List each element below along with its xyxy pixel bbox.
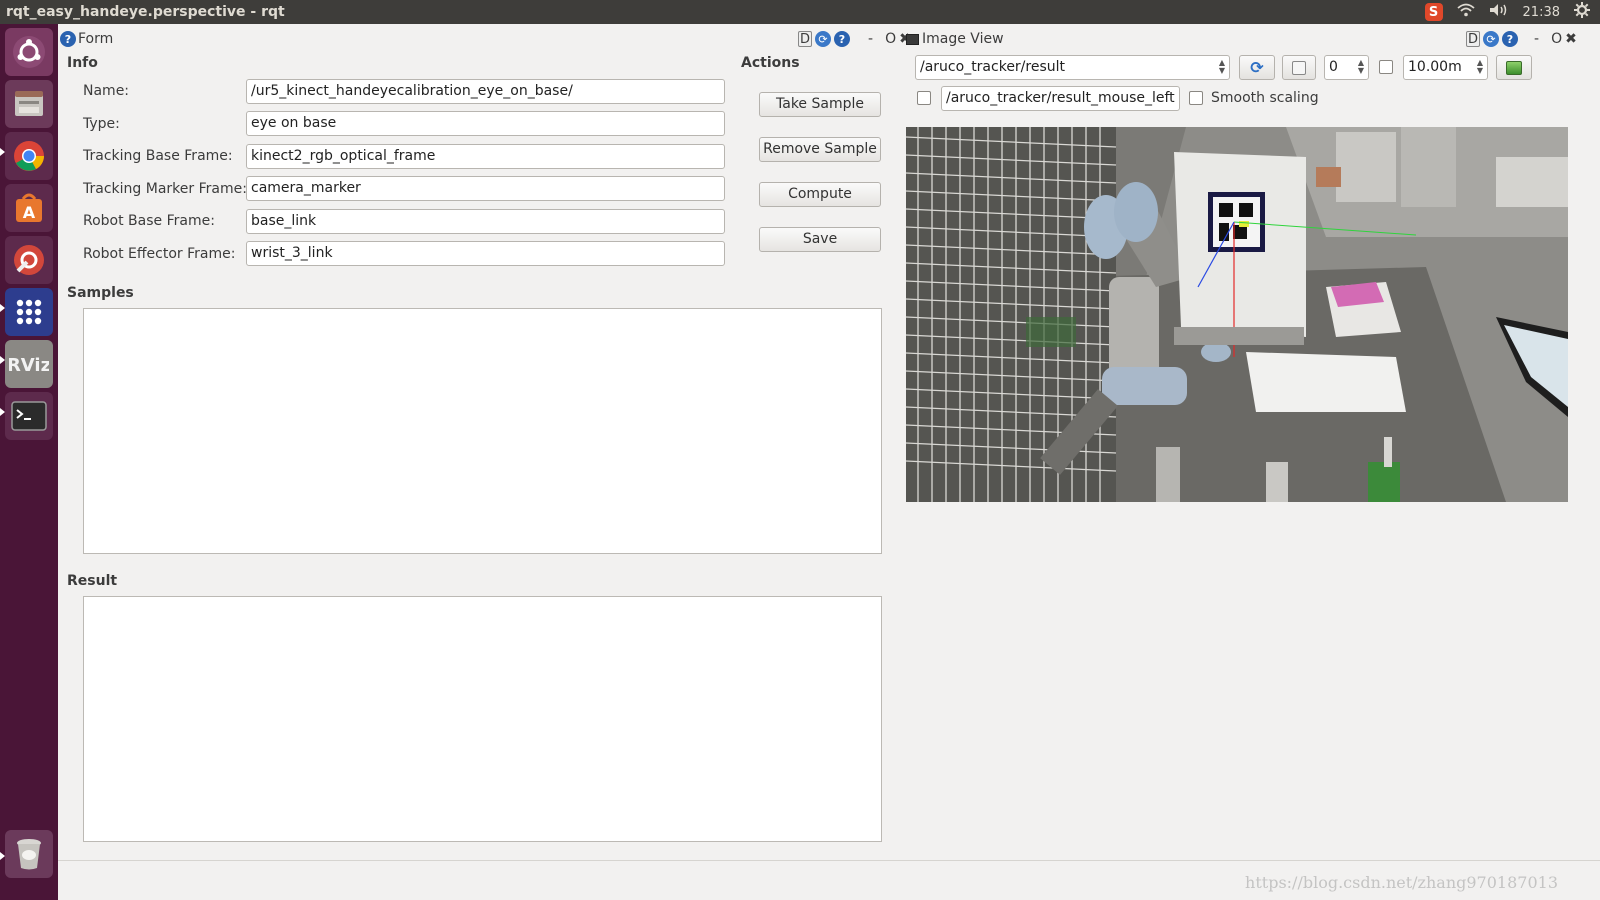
dock-d-button[interactable]: D (798, 31, 812, 47)
app-grid-icon[interactable] (5, 288, 53, 336)
spin-value: 0 (1329, 59, 1338, 75)
samples-list[interactable] (83, 308, 882, 554)
minimize-button[interactable]: - (1534, 31, 1539, 47)
tracking-base-frame-field[interactable]: kinect2_rgb_optical_frame (246, 144, 725, 169)
chrome-icon[interactable] (5, 132, 53, 180)
camera-image[interactable] (906, 127, 1568, 502)
terminal-icon[interactable] (5, 392, 53, 440)
clock[interactable]: 21:38 (1523, 5, 1560, 20)
compute-button[interactable]: Compute (759, 182, 881, 207)
range-value: 10.00m (1408, 59, 1462, 75)
gear-icon[interactable] (1574, 2, 1590, 22)
form-dock-tools: D ⟳ ? - O ✖ (798, 28, 911, 50)
type-label: Type: (83, 116, 120, 132)
input-method-icon[interactable]: S (1424, 3, 1443, 21)
range-checkbox[interactable] (1379, 60, 1393, 74)
robot-base-frame-label: Robot Base Frame: (83, 213, 215, 229)
take-sample-button[interactable]: Take Sample (759, 92, 881, 117)
files-icon[interactable] (5, 80, 53, 128)
reload-icon[interactable]: ⟳ (815, 31, 831, 47)
refresh-icon: ⟳ (1250, 58, 1264, 77)
image-view-dock-title: Image View (906, 28, 1004, 50)
svg-text:A: A (23, 203, 36, 222)
zoom-button[interactable] (1282, 55, 1316, 80)
form-title: Form (78, 31, 114, 47)
help-icon[interactable]: ? (834, 31, 850, 47)
mouse-topic-field[interactable]: /aruco_tracker/result_mouse_left (941, 86, 1180, 111)
dock-d-button[interactable]: D (1466, 31, 1480, 47)
restore-button[interactable]: O (885, 31, 896, 47)
top-panel: rqt_easy_handeye.perspective - rqt S 21:… (0, 0, 1600, 24)
wifi-icon[interactable] (1456, 3, 1475, 21)
window-title: rqt_easy_handeye.perspective - rqt (6, 4, 285, 20)
topic-combobox[interactable]: /aruco_tracker/result ▲ ▼ (915, 55, 1230, 80)
smooth-scaling-label: Smooth scaling (1211, 90, 1319, 106)
refresh-topics-button[interactable]: ⟳ (1239, 55, 1275, 80)
save-image-icon (1506, 60, 1522, 75)
tracking-marker-frame-label: Tracking Marker Frame: (83, 181, 247, 197)
tracking-base-frame-label: Tracking Base Frame: (83, 148, 233, 164)
name-field[interactable]: /ur5_kinect_handeyecalibration_eye_on_ba… (246, 79, 725, 104)
image-view-icon (906, 33, 919, 45)
help-icon[interactable]: ? (60, 31, 76, 47)
volume-icon[interactable] (1489, 3, 1509, 21)
system-tray: S 21:38 (1424, 2, 1600, 22)
rviz-icon[interactable]: RViz (5, 340, 53, 388)
robot-base-frame-field[interactable]: base_link (246, 209, 725, 234)
spin-arrows-icon: ▲ ▼ (1476, 58, 1483, 75)
rqt-main-window: ? Form D ⟳ ? - O ✖ Info Actions Name: /u… (58, 24, 1600, 900)
zoom-icon (1292, 60, 1306, 75)
range-spinbox[interactable]: 10.00m ▲ ▼ (1403, 55, 1488, 80)
actions-heading: Actions (741, 55, 800, 71)
help-icon[interactable]: ? (1502, 31, 1518, 47)
form-dock-title: ? Form (60, 28, 113, 50)
spin-arrows-icon: ▲ ▼ (1357, 58, 1364, 75)
mouse-topic-value: /aruco_tracker/result_mouse_left (946, 90, 1175, 106)
status-divider (58, 860, 1600, 861)
name-label: Name: (83, 83, 130, 99)
mouse-topic-checkbox[interactable] (917, 91, 931, 105)
reload-icon[interactable]: ⟳ (1483, 31, 1499, 47)
svg-text:RViz: RViz (9, 355, 49, 376)
close-button[interactable]: ✖ (1565, 31, 1577, 47)
tracking-marker-frame-field[interactable]: camera_marker (246, 176, 725, 201)
samples-heading: Samples (67, 285, 134, 301)
watermark: https://blog.csdn.net/zhang970187013 (1245, 873, 1558, 892)
image-view-title: Image View (922, 31, 1004, 47)
minimize-button[interactable]: - (868, 31, 873, 47)
software-center-icon[interactable]: A (5, 184, 53, 232)
smooth-scaling-checkbox[interactable] (1189, 91, 1203, 105)
trash-icon[interactable] (5, 830, 53, 878)
rotation-spinbox[interactable]: 0 ▲ ▼ (1324, 55, 1369, 80)
info-heading: Info (67, 55, 98, 71)
launcher: A RViz (0, 24, 58, 900)
image-view-dock-tools: D ⟳ ? - O ✖ (1466, 28, 1577, 50)
result-heading: Result (67, 573, 118, 589)
robot-effector-frame-label: Robot Effector Frame: (83, 246, 236, 262)
result-text[interactable] (83, 596, 882, 842)
remove-sample-button[interactable]: Remove Sample (759, 137, 881, 162)
type-field[interactable]: eye on base (246, 111, 725, 136)
robot-effector-frame-field[interactable]: wrist_3_link (246, 241, 725, 266)
combo-arrows-icon: ▲ ▼ (1218, 58, 1225, 75)
restore-button[interactable]: O (1551, 31, 1562, 47)
ubuntu-dash-icon[interactable] (5, 28, 53, 76)
save-button[interactable]: Save (759, 227, 881, 252)
save-image-button[interactable] (1496, 55, 1532, 80)
topic-value: /aruco_tracker/result (920, 59, 1066, 75)
system-settings-icon[interactable] (5, 236, 53, 284)
